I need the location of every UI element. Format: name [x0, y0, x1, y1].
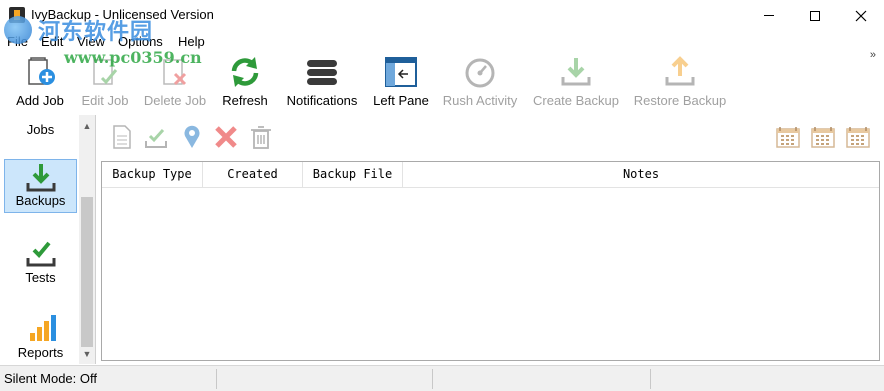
watermark-chinese: 河东软件园 [38, 19, 154, 45]
status-bar: Silent Mode: Off [0, 365, 884, 391]
notifications-button[interactable]: Notifications [282, 51, 362, 113]
column-header-notes[interactable]: Notes [403, 162, 879, 188]
grid-header: Backup Type Created Backup File Notes [102, 162, 879, 188]
create-backup-icon [561, 58, 591, 86]
backups-icon [26, 164, 55, 192]
sidebar-item-jobs[interactable]: Jobs [4, 115, 77, 143]
backups-toolbar [97, 115, 884, 161]
status-separator [216, 369, 217, 389]
status-separator [432, 369, 433, 389]
left-pane-icon [385, 57, 417, 87]
refresh-button[interactable]: Refresh [216, 51, 274, 113]
add-job-icon [28, 57, 55, 85]
scroll-down-icon[interactable]: ▼ [79, 345, 95, 362]
scroll-up-icon[interactable]: ▲ [79, 117, 95, 134]
delete-x-icon[interactable] [213, 124, 239, 150]
restore-backup-label: Restore Backup [633, 93, 727, 108]
create-backup-button[interactable]: Create Backup [530, 51, 622, 113]
notifications-icon [307, 60, 337, 85]
close-button[interactable] [838, 0, 884, 31]
rush-activity-icon [465, 58, 495, 88]
menu-help[interactable]: Help [178, 34, 205, 49]
backups-panel: Backup Type Created Backup File Notes [97, 115, 884, 364]
maximize-button[interactable] [792, 0, 838, 31]
calendar-icon[interactable] [810, 124, 836, 150]
edit-job-label: Edit Job [81, 93, 129, 108]
reports-icon [29, 315, 56, 341]
tests-icon [26, 241, 55, 267]
create-backup-label: Create Backup [533, 93, 619, 108]
scroll-thumb[interactable] [81, 197, 93, 347]
sidebar-item-label: Reports [17, 345, 64, 360]
location-pin-icon[interactable] [179, 124, 205, 150]
restore-backup-icon [665, 56, 695, 86]
calendar-icon[interactable] [845, 124, 871, 150]
rush-activity-button[interactable]: Rush Activity [440, 51, 520, 113]
column-header-created[interactable]: Created [203, 162, 303, 188]
left-pane-scrollbar[interactable]: ▲ ▼ [79, 115, 95, 364]
silent-mode-status: Silent Mode: Off [4, 371, 97, 386]
add-job-button[interactable]: Add Job [8, 51, 72, 113]
delete-job-label: Delete Job [143, 93, 207, 108]
column-header-backup-file[interactable]: Backup File [303, 162, 403, 188]
column-header-backup-type[interactable]: Backup Type [102, 162, 203, 188]
sidebar-item-label: Backups [15, 193, 66, 208]
watermark-logo [4, 16, 32, 44]
verify-check-icon[interactable] [143, 124, 169, 150]
minimize-button[interactable] [746, 0, 792, 31]
sidebar-item-reports[interactable]: Reports [4, 310, 77, 364]
refresh-label: Refresh [222, 93, 268, 108]
close-icon [855, 10, 867, 21]
refresh-icon [231, 57, 259, 87]
left-pane-button[interactable]: Left Pane [370, 51, 432, 113]
sidebar-item-label: Tests [25, 270, 56, 285]
left-pane: Jobs Backups Tests Reports ▲ ▼ [0, 115, 96, 364]
watermark-url: www.pc0359.cn [64, 48, 202, 67]
left-pane-label: Left Pane [373, 93, 429, 108]
sidebar-item-backups[interactable]: Backups [4, 159, 77, 213]
sidebar-item-label: Jobs [26, 122, 55, 137]
add-job-label: Add Job [16, 93, 64, 108]
calendar-icon[interactable] [775, 124, 801, 150]
minimize-icon [764, 15, 774, 16]
document-icon[interactable] [109, 124, 135, 150]
status-separator [650, 369, 651, 389]
maximize-icon [810, 10, 820, 21]
notifications-label: Notifications [286, 93, 358, 108]
sidebar-item-tests[interactable]: Tests [4, 235, 77, 289]
rush-activity-label: Rush Activity [442, 93, 518, 108]
restore-backup-button[interactable]: Restore Backup [630, 51, 730, 113]
trash-icon[interactable] [248, 124, 274, 150]
backups-grid[interactable]: Backup Type Created Backup File Notes [101, 161, 880, 361]
